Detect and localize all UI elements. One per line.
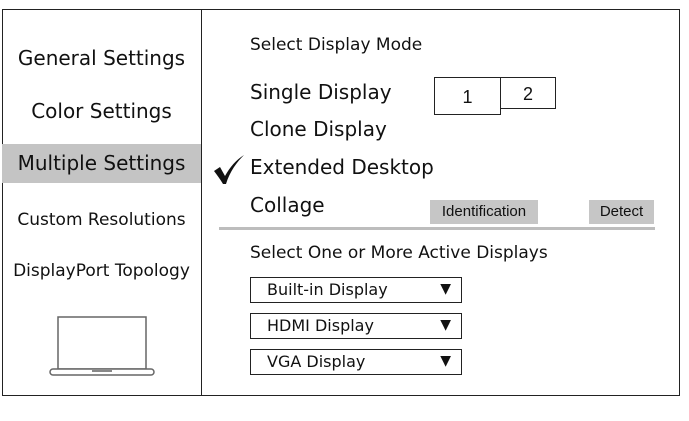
identification-button[interactable]: Identification [430,200,538,224]
display-1-tile[interactable]: 1 [434,77,501,115]
sidebar-item-label: Multiple Settings [17,151,186,175]
sidebar-item-general-settings[interactable]: General Settings [2,41,201,75]
mode-option-extended-desktop[interactable]: Extended Desktop [250,155,434,179]
dropdown-hdmi-display[interactable]: HDMI Display ▼ [250,313,462,339]
mode-option-single-display[interactable]: Single Display [250,80,392,104]
detect-label: Detect [599,203,644,220]
sidebar: General Settings Color Settings Multiple… [2,9,202,396]
dropdown-arrow-icon: ▼ [440,317,451,333]
display-mode-heading: Select Display Mode [250,35,423,55]
mode-option-collage[interactable]: Collage [250,193,325,217]
dropdown-value: HDMI Display [267,316,374,335]
sidebar-item-displayport-topology[interactable]: DisplayPort Topology [2,257,201,285]
mode-option-clone-display[interactable]: Clone Display [250,117,387,141]
sidebar-item-label: DisplayPort Topology [13,261,190,281]
detect-button[interactable]: Detect [589,200,654,224]
checkmark-icon [214,155,244,184]
dropdown-vga-display[interactable]: VGA Display ▼ [250,349,462,375]
display-2-tile[interactable]: 2 [500,77,556,109]
section-divider [219,227,655,230]
sidebar-item-color-settings[interactable]: Color Settings [2,94,201,128]
dropdown-value: VGA Display [267,352,366,371]
display-1-label: 1 [462,87,473,107]
sidebar-item-multiple-settings[interactable]: Multiple Settings [2,144,201,183]
laptop-icon [49,316,155,376]
sidebar-item-label: General Settings [17,46,186,70]
dropdown-value: Built-in Display [267,280,388,299]
active-displays-heading: Select One or More Active Displays [250,243,548,263]
dropdown-built-in-display[interactable]: Built-in Display ▼ [250,277,462,303]
display-2-label: 2 [522,84,533,104]
sidebar-item-custom-resolutions[interactable]: Custom Resolutions [2,206,201,234]
sidebar-item-label: Color Settings [31,99,172,123]
dropdown-arrow-icon: ▼ [440,353,451,369]
identification-label: Identification [441,203,527,220]
dropdown-arrow-icon: ▼ [440,281,451,297]
sidebar-item-label: Custom Resolutions [17,210,186,230]
